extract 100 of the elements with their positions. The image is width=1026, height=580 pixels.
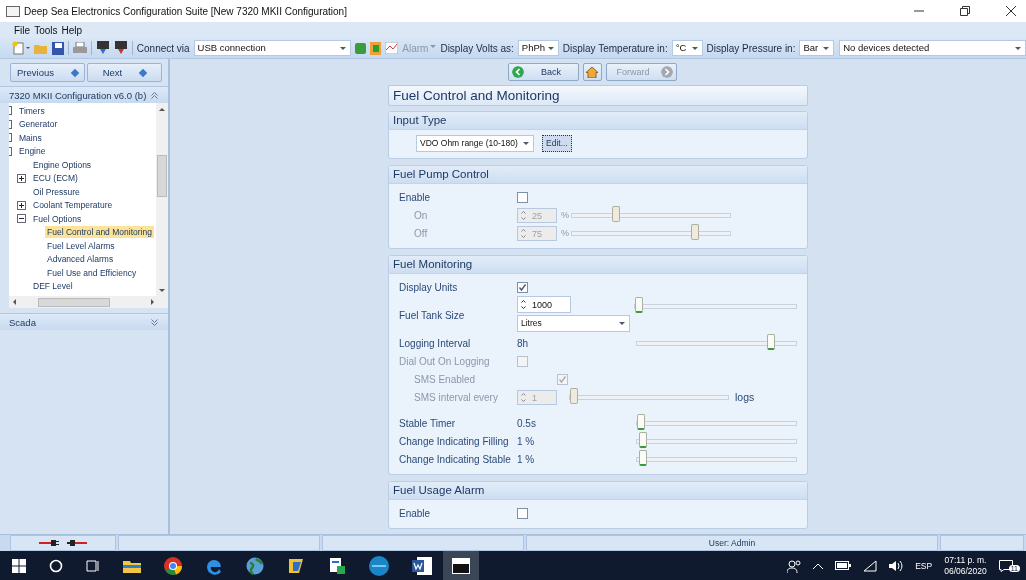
volume-icon[interactable] xyxy=(889,559,904,572)
people-icon[interactable] xyxy=(787,558,802,573)
menu-item[interactable]: File xyxy=(14,24,31,36)
panel-header[interactable]: 7320 MKII Configuration v6.0 (b) xyxy=(0,86,168,103)
scrollbar-thumb[interactable] xyxy=(157,155,167,197)
slider-thumb[interactable] xyxy=(767,333,776,350)
back-button[interactable]: Back xyxy=(507,63,579,81)
chart-icon[interactable] xyxy=(385,42,399,54)
field-label: Enable xyxy=(399,507,432,519)
expander-icon[interactable] xyxy=(17,173,26,183)
browser-icon[interactable] xyxy=(164,556,182,575)
field-label: SMS interval every xyxy=(414,391,499,403)
tree-item[interactable]: ECU (ECM) xyxy=(31,172,80,185)
slider-thumb[interactable] xyxy=(638,449,647,466)
connection-dropdown[interactable]: USB connection xyxy=(193,40,351,56)
tree-item[interactable]: Generator xyxy=(17,118,60,131)
expander-icon[interactable] xyxy=(17,214,26,224)
tree-item[interactable]: Fuel Control and Monitoring xyxy=(45,226,154,239)
units-dropdown[interactable]: Litres xyxy=(517,315,630,332)
new-file-icon[interactable] xyxy=(12,41,30,55)
app-logo-icon xyxy=(6,5,20,17)
wifi-icon[interactable] xyxy=(863,559,878,572)
home-button[interactable] xyxy=(582,63,602,81)
previous-button[interactable]: Previous xyxy=(10,63,85,82)
field-label: Change Indicating Stable xyxy=(399,453,512,465)
field-label: Stable Timer xyxy=(399,417,457,429)
expander-icon[interactable] xyxy=(17,200,26,210)
unit-label: % xyxy=(561,210,570,220)
panel-header[interactable]: Scada xyxy=(0,313,168,330)
tree-item[interactable]: Timers xyxy=(17,104,47,117)
search-icon[interactable] xyxy=(49,558,63,573)
caret-up-icon[interactable] xyxy=(813,562,824,569)
document-icon[interactable] xyxy=(328,556,346,575)
tree-item[interactable]: Fuel Use and Efficiency xyxy=(45,266,139,279)
slider-thumb[interactable] xyxy=(635,297,643,313)
tree-item[interactable]: Engine xyxy=(17,145,48,158)
checkbox[interactable] xyxy=(517,507,528,519)
pressure-dropdown[interactable]: Bar xyxy=(799,40,835,56)
task-view-icon[interactable] xyxy=(86,558,100,573)
temperature-label: Display Temperature in: xyxy=(562,42,668,54)
field-label: Logging Interval xyxy=(399,337,472,349)
report-icon[interactable] xyxy=(369,41,382,55)
next-button[interactable]: Next xyxy=(87,63,162,82)
tree-item[interactable]: Mains xyxy=(17,131,44,144)
scrollbar-thumb[interactable] xyxy=(38,297,110,307)
unit-label: % xyxy=(561,228,570,238)
window-title: Deep Sea Electronics Configuration Suite [New 7320 MKII Configuration] xyxy=(24,5,347,17)
folder-icon[interactable] xyxy=(123,558,141,573)
input-type-dropdown[interactable]: VDO Ohm range (10-180) xyxy=(416,134,534,152)
globe-icon[interactable] xyxy=(246,556,264,575)
app-icon[interactable] xyxy=(452,557,470,574)
tree-item[interactable]: Engine Options xyxy=(31,158,94,171)
start-icon[interactable] xyxy=(12,558,26,573)
field-label: SMS Enabled xyxy=(414,373,477,385)
tree-item[interactable]: Fuel Options xyxy=(31,212,84,225)
unit-label: logs xyxy=(735,391,755,403)
device-icon[interactable] xyxy=(354,42,366,54)
clock[interactable]: 07:11 p. m. 06/06/2020 xyxy=(944,554,987,577)
spin-arrows-icon[interactable] xyxy=(521,299,526,310)
tree-item[interactable]: Fuel Level Alarms xyxy=(45,239,117,252)
menu-item[interactable]: Tools xyxy=(34,24,58,36)
app-icon[interactable] xyxy=(369,555,389,576)
save-icon[interactable] xyxy=(51,41,65,55)
menu-item[interactable]: Help xyxy=(61,24,83,36)
volts-dropdown[interactable]: PhPh xyxy=(517,40,559,56)
section-title: Input Type xyxy=(389,112,807,130)
close-icon[interactable] xyxy=(1006,6,1016,16)
plug-icon xyxy=(39,540,59,546)
restore-icon[interactable] xyxy=(960,6,970,16)
plug-icon xyxy=(67,540,87,546)
value-label: 1 % xyxy=(517,453,536,465)
battery-icon[interactable] xyxy=(835,561,852,570)
tree-item[interactable]: Oil Pressure xyxy=(31,185,82,198)
slider-thumb[interactable] xyxy=(638,431,647,448)
slider-thumb[interactable] xyxy=(637,413,645,430)
value-label: 0.5s xyxy=(517,417,537,429)
upload-icon[interactable] xyxy=(114,41,128,55)
field-label: Display Units xyxy=(399,281,459,293)
checkbox[interactable] xyxy=(517,281,528,293)
value-label: 1 % xyxy=(517,435,536,447)
connect-label: Connect via xyxy=(136,42,190,54)
field-label: Fuel Tank Size xyxy=(399,309,466,321)
checkbox[interactable] xyxy=(517,191,528,203)
device-dropdown[interactable]: No devices detected xyxy=(839,40,1026,56)
tree-item[interactable]: DEF Level xyxy=(31,280,75,293)
collapse-icon[interactable] xyxy=(151,91,158,99)
edit-button[interactable]: Edit... xyxy=(542,134,572,152)
field-label: Change Indicating Filling xyxy=(399,435,510,447)
print-icon[interactable] xyxy=(73,41,88,55)
page-title: Fuel Control and Monitoring xyxy=(388,85,808,106)
tree-item[interactable]: Advanced Alarms xyxy=(45,253,116,266)
tree-item[interactable]: Coolant Temperature xyxy=(31,199,115,212)
language-indicator[interactable]: ESP xyxy=(915,560,933,571)
word-icon[interactable] xyxy=(412,556,432,575)
temperature-dropdown[interactable]: °C xyxy=(671,40,703,56)
app-icon[interactable] xyxy=(287,556,305,575)
download-icon[interactable] xyxy=(96,41,110,55)
pressure-label: Display Pressure in: xyxy=(706,42,796,54)
spin-field[interactable]: 1000 xyxy=(517,296,571,313)
expand-icon[interactable] xyxy=(151,318,158,326)
